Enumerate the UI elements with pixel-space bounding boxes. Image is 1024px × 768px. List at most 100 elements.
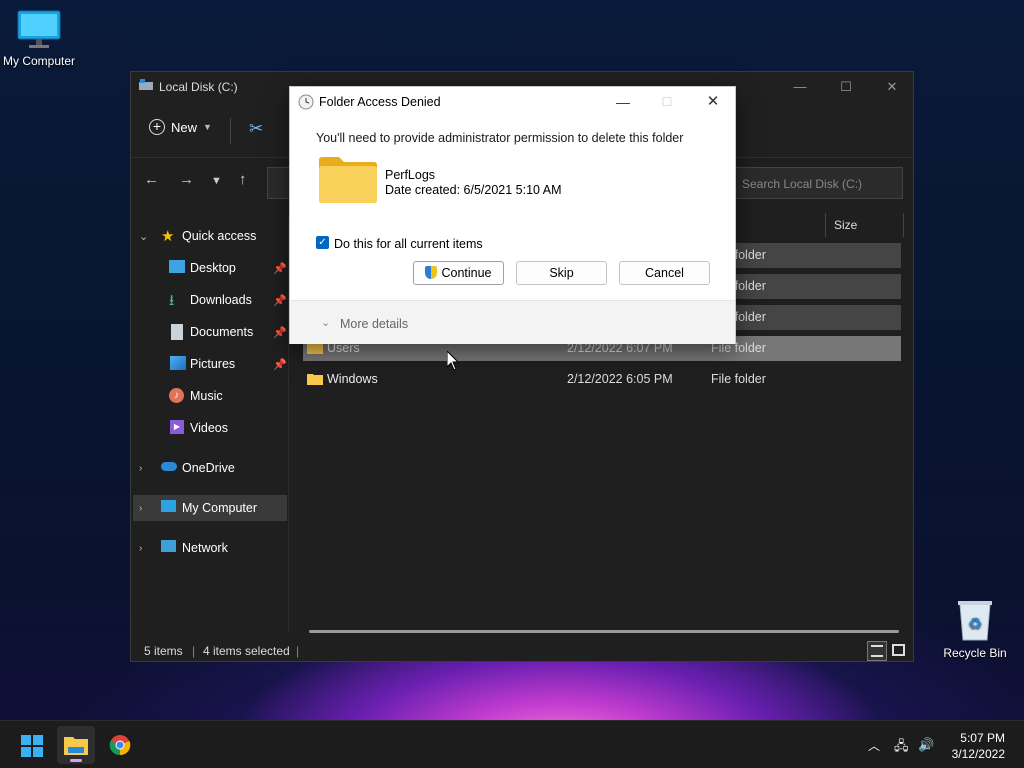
table-row[interactable]: Windows 2/12/2022 6:05 PM File folder (303, 367, 901, 392)
sidebar-item-music[interactable]: ♪ Music (131, 383, 289, 409)
sidebar-item-my-computer[interactable]: › My Computer (133, 495, 287, 521)
continue-button[interactable]: Continue (413, 261, 504, 285)
chevron-down-icon[interactable]: ⌄ (321, 316, 330, 329)
column-divider (903, 213, 904, 237)
desktop-icon-my-computer[interactable]: My Computer (0, 10, 81, 68)
videos-icon: ▶ (170, 420, 184, 434)
system-clock[interactable]: 5:07 PM 3/12/2022 (952, 730, 1005, 762)
dialog-minimize-button[interactable]: — (600, 87, 646, 117)
sidebar-item-downloads[interactable]: ⭳ Downloads 📌 (131, 287, 289, 313)
folder-icon (307, 374, 323, 385)
cut-icon[interactable]: ✂ (249, 119, 263, 139)
file-name: Windows (327, 372, 378, 386)
apply-to-all-checkbox[interactable]: ✓ (316, 236, 329, 249)
item-count: 5 items (144, 644, 183, 658)
pin-icon[interactable]: 📌 (273, 326, 287, 339)
taskbar: ︿ 🖧 🔊 5:07 PM 3/12/2022 (0, 720, 1024, 768)
sidebar-item-desktop[interactable]: Desktop 📌 (131, 255, 289, 281)
desktop-icon (169, 260, 185, 273)
computer-icon (17, 10, 61, 48)
sidebar-item-pictures[interactable]: Pictures 📌 (131, 351, 289, 377)
sidebar-item-label: Pictures (190, 357, 236, 371)
admin-shield-icon (425, 266, 438, 279)
star-icon: ★ (161, 228, 175, 245)
taskbar-chrome[interactable] (101, 726, 139, 764)
pin-icon[interactable]: 📌 (273, 294, 287, 307)
more-details-toggle[interactable]: More details (340, 317, 408, 331)
dialog-close-button[interactable]: ✕ (690, 87, 736, 117)
chevron-right-icon[interactable]: › (139, 543, 142, 554)
column-header-size[interactable]: Size (825, 213, 865, 237)
apply-to-all-label[interactable]: Do this for all current items (334, 237, 483, 251)
skip-button[interactable]: Skip (516, 261, 607, 285)
chevron-right-icon[interactable]: › (139, 503, 142, 514)
status-divider: | (296, 644, 300, 658)
dialog-title: Folder Access Denied (319, 95, 441, 109)
up-arrow-icon[interactable]: ↑ (239, 171, 247, 188)
dialog-maximize-button: ☐ (661, 95, 673, 109)
clock-date: 3/12/2022 (951, 747, 1005, 761)
sidebar-item-videos[interactable]: ▶ Videos (131, 415, 289, 441)
toolbar-divider (230, 118, 231, 144)
chevron-down-icon[interactable]: ⌄ (139, 230, 148, 243)
volume-icon[interactable]: 🔊 (918, 737, 934, 753)
sidebar-item-label: Desktop (190, 261, 236, 275)
sidebar-item-documents[interactable]: Documents 📌 (131, 319, 289, 345)
status-divider: | (192, 644, 196, 658)
sidebar-item-label: OneDrive (182, 461, 235, 475)
sidebar-item-label: Documents (190, 325, 254, 339)
pictures-icon (170, 356, 186, 370)
sidebar-item-quick-access[interactable]: ⌄ ★ Quick access (131, 223, 289, 249)
folder-access-denied-dialog[interactable]: Folder Access Denied — ☐ ✕ You'll need t… (289, 86, 736, 344)
back-arrow-icon[interactable]: ← (144, 171, 159, 188)
recent-locations-chevron-icon[interactable]: ▼ (211, 175, 222, 187)
dialog-folder-date: Date created: 6/5/2021 5:10 AM (385, 183, 562, 197)
status-bar: 5 items | 4 items selected | (131, 640, 913, 662)
pin-icon[interactable]: 📌 (273, 262, 287, 275)
large-icons-view-icon (892, 644, 905, 656)
desktop-icon-recycle-bin[interactable]: ♻ Recycle Bin (933, 598, 1017, 660)
show-hidden-icons-chevron-icon[interactable]: ︿ (868, 737, 880, 754)
explorer-title: Local Disk (C:) (159, 80, 238, 94)
details-view-icon (871, 645, 883, 657)
chevron-right-icon[interactable]: › (139, 463, 142, 474)
minimize-button[interactable]: — (777, 72, 823, 102)
network-icon (161, 540, 176, 552)
dialog-message: You'll need to provide administrator per… (316, 131, 684, 145)
search-input[interactable]: Search Local Disk (C:) (731, 167, 903, 199)
sidebar-item-onedrive[interactable]: › OneDrive (131, 455, 289, 481)
taskbar-file-explorer[interactable] (57, 726, 95, 764)
recycle-bin-icon: ♻ (958, 601, 992, 641)
horizontal-scrollbar[interactable] (309, 630, 899, 633)
sidebar-item-network[interactable]: › Network (131, 535, 289, 561)
maximize-button[interactable]: ☐ (823, 72, 869, 102)
close-button[interactable]: ✕ (869, 72, 915, 102)
sidebar-item-label: Videos (190, 421, 228, 435)
clock-time: 5:07 PM (960, 731, 1005, 745)
new-button[interactable]: + New ▼ (149, 119, 212, 135)
cloud-icon (161, 462, 177, 471)
chrome-icon (109, 735, 131, 756)
dialog-footer: ⌄ More details (290, 300, 735, 344)
pin-icon[interactable]: 📌 (273, 358, 287, 371)
start-button[interactable] (13, 726, 51, 764)
computer-icon (161, 500, 176, 512)
svg-text:♻: ♻ (968, 614, 982, 633)
forward-arrow-icon[interactable]: → (179, 171, 194, 188)
active-app-indicator (70, 759, 82, 762)
file-type: File folder (711, 372, 766, 386)
drive-icon (139, 79, 153, 90)
continue-button-label: Continue (441, 266, 492, 280)
details-view-button[interactable] (867, 641, 887, 661)
network-status-icon[interactable]: 🖧 (894, 737, 909, 759)
sidebar-item-label: Quick access (182, 229, 257, 243)
large-icons-view-button[interactable] (889, 641, 909, 661)
plus-circle-icon: + (149, 119, 165, 135)
sidebar-item-label: Downloads (190, 293, 252, 307)
sidebar-item-label: Network (182, 541, 228, 555)
download-icon: ⭳ (169, 292, 175, 309)
chevron-down-icon: ▼ (203, 122, 212, 132)
sidebar-item-label: Music (190, 389, 223, 403)
cancel-button[interactable]: Cancel (619, 261, 710, 285)
clock-icon (298, 94, 314, 110)
